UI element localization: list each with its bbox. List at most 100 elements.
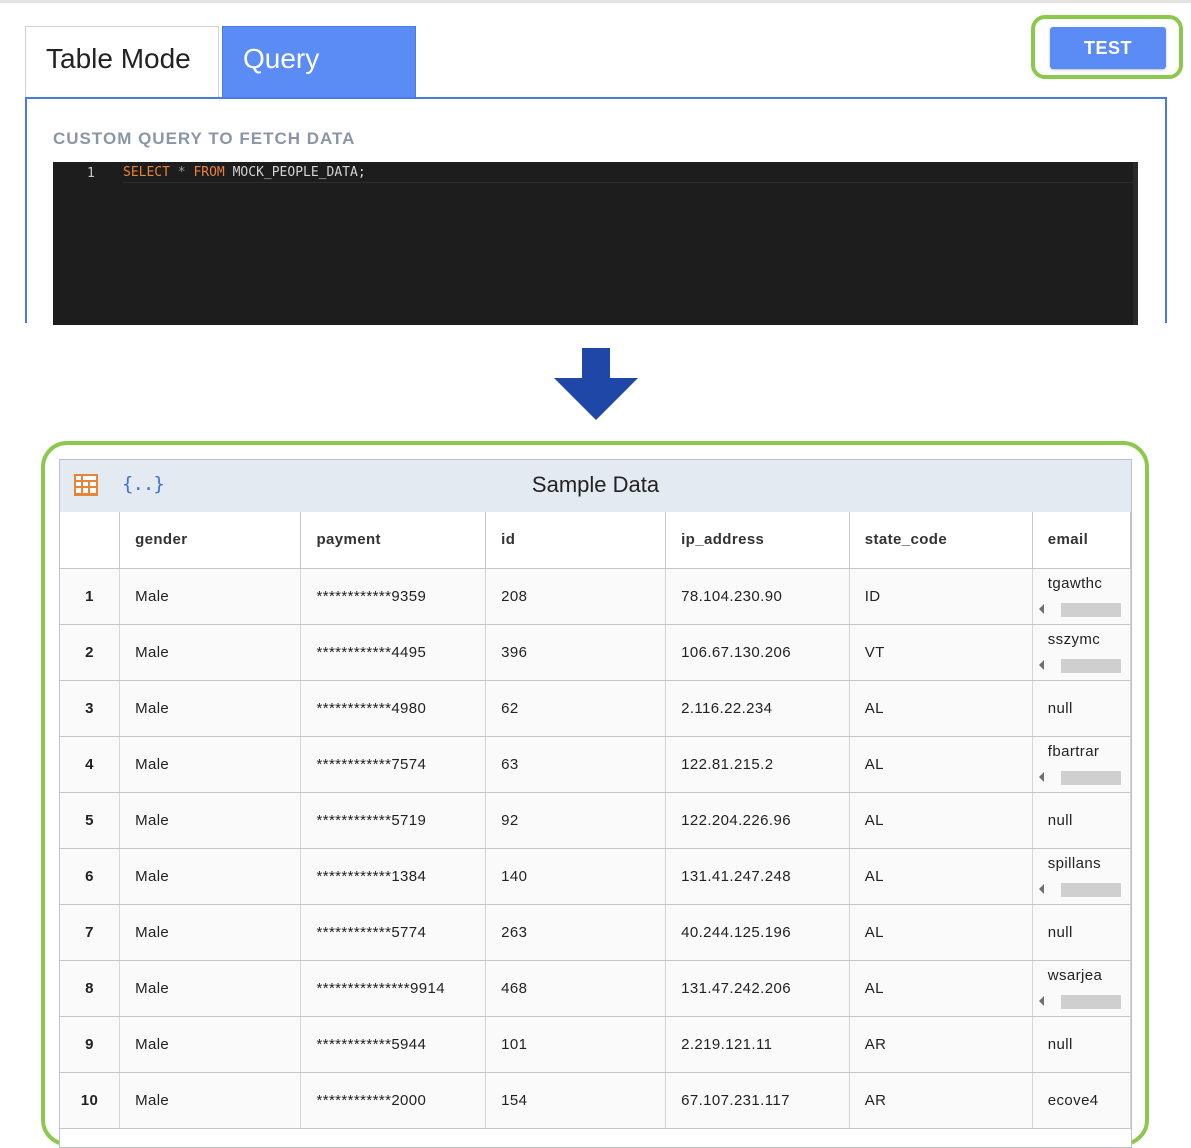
row-index-cell: 7 xyxy=(60,904,121,961)
payment-cell: ************4980 xyxy=(300,680,487,737)
column-header-index xyxy=(60,512,121,569)
column-header-payment[interactable]: payment xyxy=(300,512,487,569)
id-cell: 63 xyxy=(485,736,667,793)
email-text: null xyxy=(1047,699,1073,717)
tab-query-mode[interactable]: Query Mode xyxy=(222,26,416,138)
gender-cell: Male xyxy=(119,680,302,737)
id-cell: 92 xyxy=(485,792,667,849)
column-header-gender[interactable]: gender xyxy=(119,512,302,569)
email-cell-scrollbar[interactable] xyxy=(1037,601,1121,617)
ip-address-cell: 67.107.231.117 xyxy=(665,1072,850,1129)
table-row[interactable]: 9 Male ************5944 101 2.219.121.11 AR nu… xyxy=(60,1016,1131,1073)
table-row[interactable]: 4 Male ************7574 63 122.81.215.2 AL fba… xyxy=(60,736,1131,793)
email-text: null xyxy=(1047,923,1073,941)
state-code-cell: AL xyxy=(849,960,1033,1017)
table-row[interactable]: 7 Male ************5774 263 40.244.125.196 AL… xyxy=(60,904,1131,961)
id-cell: 62 xyxy=(485,680,667,737)
gender-cell: Male xyxy=(119,904,302,961)
scroll-thumb[interactable] xyxy=(1060,994,1121,1009)
ip-address-cell: 78.104.230.90 xyxy=(665,568,850,625)
row-index-cell: 2 xyxy=(60,624,121,681)
sql-keyword-from: FROM xyxy=(193,165,225,180)
ip-address-cell: 122.81.215.2 xyxy=(665,736,850,793)
email-cell-scrollbar[interactable] xyxy=(1037,657,1121,673)
table-row[interactable]: 8 Male ***************9914 468 131.47.242.20… xyxy=(60,960,1131,1017)
email-text: ecove4 xyxy=(1047,1091,1099,1109)
test-button[interactable]: TEST xyxy=(1050,27,1166,69)
row-index-cell: 8 xyxy=(60,960,121,1017)
email-cell-scrollbar[interactable] xyxy=(1037,769,1121,785)
sql-table-name: MOCK_PEOPLE_DATA xyxy=(232,165,358,180)
table-header-row: gender payment id ip_address state_code … xyxy=(60,512,1131,569)
table-row[interactable]: 6 Male ************1384 140 131.41.247.248 AL… xyxy=(60,848,1131,905)
row-index-cell: 3 xyxy=(60,680,121,737)
sample-data-table: gender payment id ip_address state_code … xyxy=(60,512,1131,1129)
scroll-left-icon[interactable] xyxy=(1038,659,1044,670)
sql-editor[interactable]: 1 SELECT * FROM MOCK_PEOPLE_DATA; xyxy=(53,162,1138,325)
table-row[interactable]: 1 Male ************9359 208 78.104.230.90 ID t… xyxy=(60,568,1131,625)
table-row[interactable]: 5 Male ************5719 92 122.204.226.96 AL n… xyxy=(60,792,1131,849)
state-code-cell: AR xyxy=(849,1016,1033,1073)
editor-scrollbar[interactable] xyxy=(1133,162,1138,325)
scroll-left-icon[interactable] xyxy=(1038,883,1044,894)
id-cell: 396 xyxy=(485,624,667,681)
row-index-cell: 1 xyxy=(60,568,121,625)
id-cell: 140 xyxy=(485,848,667,905)
tab-table-mode[interactable]: Table Mode xyxy=(25,26,219,98)
payment-cell: ***************9914 xyxy=(300,960,487,1017)
state-code-cell: AL xyxy=(849,680,1033,737)
email-text: wsarjea xyxy=(1047,966,1103,984)
gender-cell: Male xyxy=(119,1016,302,1073)
email-cell-scrollbar[interactable] xyxy=(1037,881,1121,897)
row-index-cell: 9 xyxy=(60,1016,121,1073)
scroll-left-icon[interactable] xyxy=(1038,995,1044,1006)
column-header-ip-address[interactable]: ip_address xyxy=(665,512,850,569)
email-cell: null xyxy=(1032,792,1131,849)
payment-cell: ************5719 xyxy=(300,792,487,849)
query-panel-title: CUSTOM QUERY TO FETCH DATA xyxy=(53,129,356,148)
scroll-thumb[interactable] xyxy=(1060,658,1121,673)
table-row[interactable]: 10 Male ************2000 154 67.107.231.117 A… xyxy=(60,1072,1131,1129)
ip-address-cell: 131.41.247.248 xyxy=(665,848,850,905)
query-panel: CUSTOM QUERY TO FETCH DATA 1 SELECT * FR… xyxy=(25,97,1167,325)
sql-star: * xyxy=(177,165,186,180)
email-cell: null xyxy=(1032,680,1131,737)
state-code-cell: ID xyxy=(849,568,1033,625)
email-cell: null xyxy=(1032,904,1131,961)
email-text: null xyxy=(1047,1035,1073,1053)
state-code-cell: VT xyxy=(849,624,1033,681)
top-divider xyxy=(0,0,1191,3)
scroll-left-icon[interactable] xyxy=(1038,603,1044,614)
down-arrow-icon xyxy=(554,348,638,420)
column-header-email[interactable]: email xyxy=(1032,512,1131,569)
email-text: spillans xyxy=(1047,854,1102,872)
id-cell: 208 xyxy=(485,568,667,625)
scroll-thumb[interactable] xyxy=(1060,882,1121,897)
payment-cell: ************5944 xyxy=(300,1016,487,1073)
gender-cell: Male xyxy=(119,792,302,849)
ip-address-cell: 2.219.121.11 xyxy=(665,1016,850,1073)
scroll-left-icon[interactable] xyxy=(1038,771,1044,782)
email-text: null xyxy=(1047,811,1073,829)
email-cell-scrollbar[interactable] xyxy=(1037,993,1121,1009)
ip-address-cell: 131.47.242.206 xyxy=(665,960,850,1017)
table-body: 1 Male ************9359 208 78.104.230.90 ID t… xyxy=(60,568,1131,1129)
email-cell: sszymc xyxy=(1032,624,1131,681)
sql-terminator: ; xyxy=(357,165,366,180)
column-header-id[interactable]: id xyxy=(485,512,667,569)
id-cell: 154 xyxy=(485,1072,667,1129)
scroll-thumb[interactable] xyxy=(1060,602,1121,617)
email-text: tgawthc xyxy=(1047,574,1103,592)
state-code-cell: AL xyxy=(849,792,1033,849)
code-line[interactable]: SELECT * FROM MOCK_PEOPLE_DATA; xyxy=(123,165,1135,183)
scroll-thumb[interactable] xyxy=(1060,770,1121,785)
line-number: 1 xyxy=(87,166,95,181)
table-row[interactable]: 2 Male ************4495 396 106.67.130.206 VT… xyxy=(60,624,1131,681)
table-row[interactable]: 3 Male ************4980 62 2.116.22.234 AL nul… xyxy=(60,680,1131,737)
state-code-cell: AR xyxy=(849,1072,1033,1129)
ip-address-cell: 2.116.22.234 xyxy=(665,680,850,737)
column-header-state-code[interactable]: state_code xyxy=(849,512,1033,569)
payment-cell: ************1384 xyxy=(300,848,487,905)
id-cell: 468 xyxy=(485,960,667,1017)
row-index-cell: 10 xyxy=(60,1072,121,1129)
